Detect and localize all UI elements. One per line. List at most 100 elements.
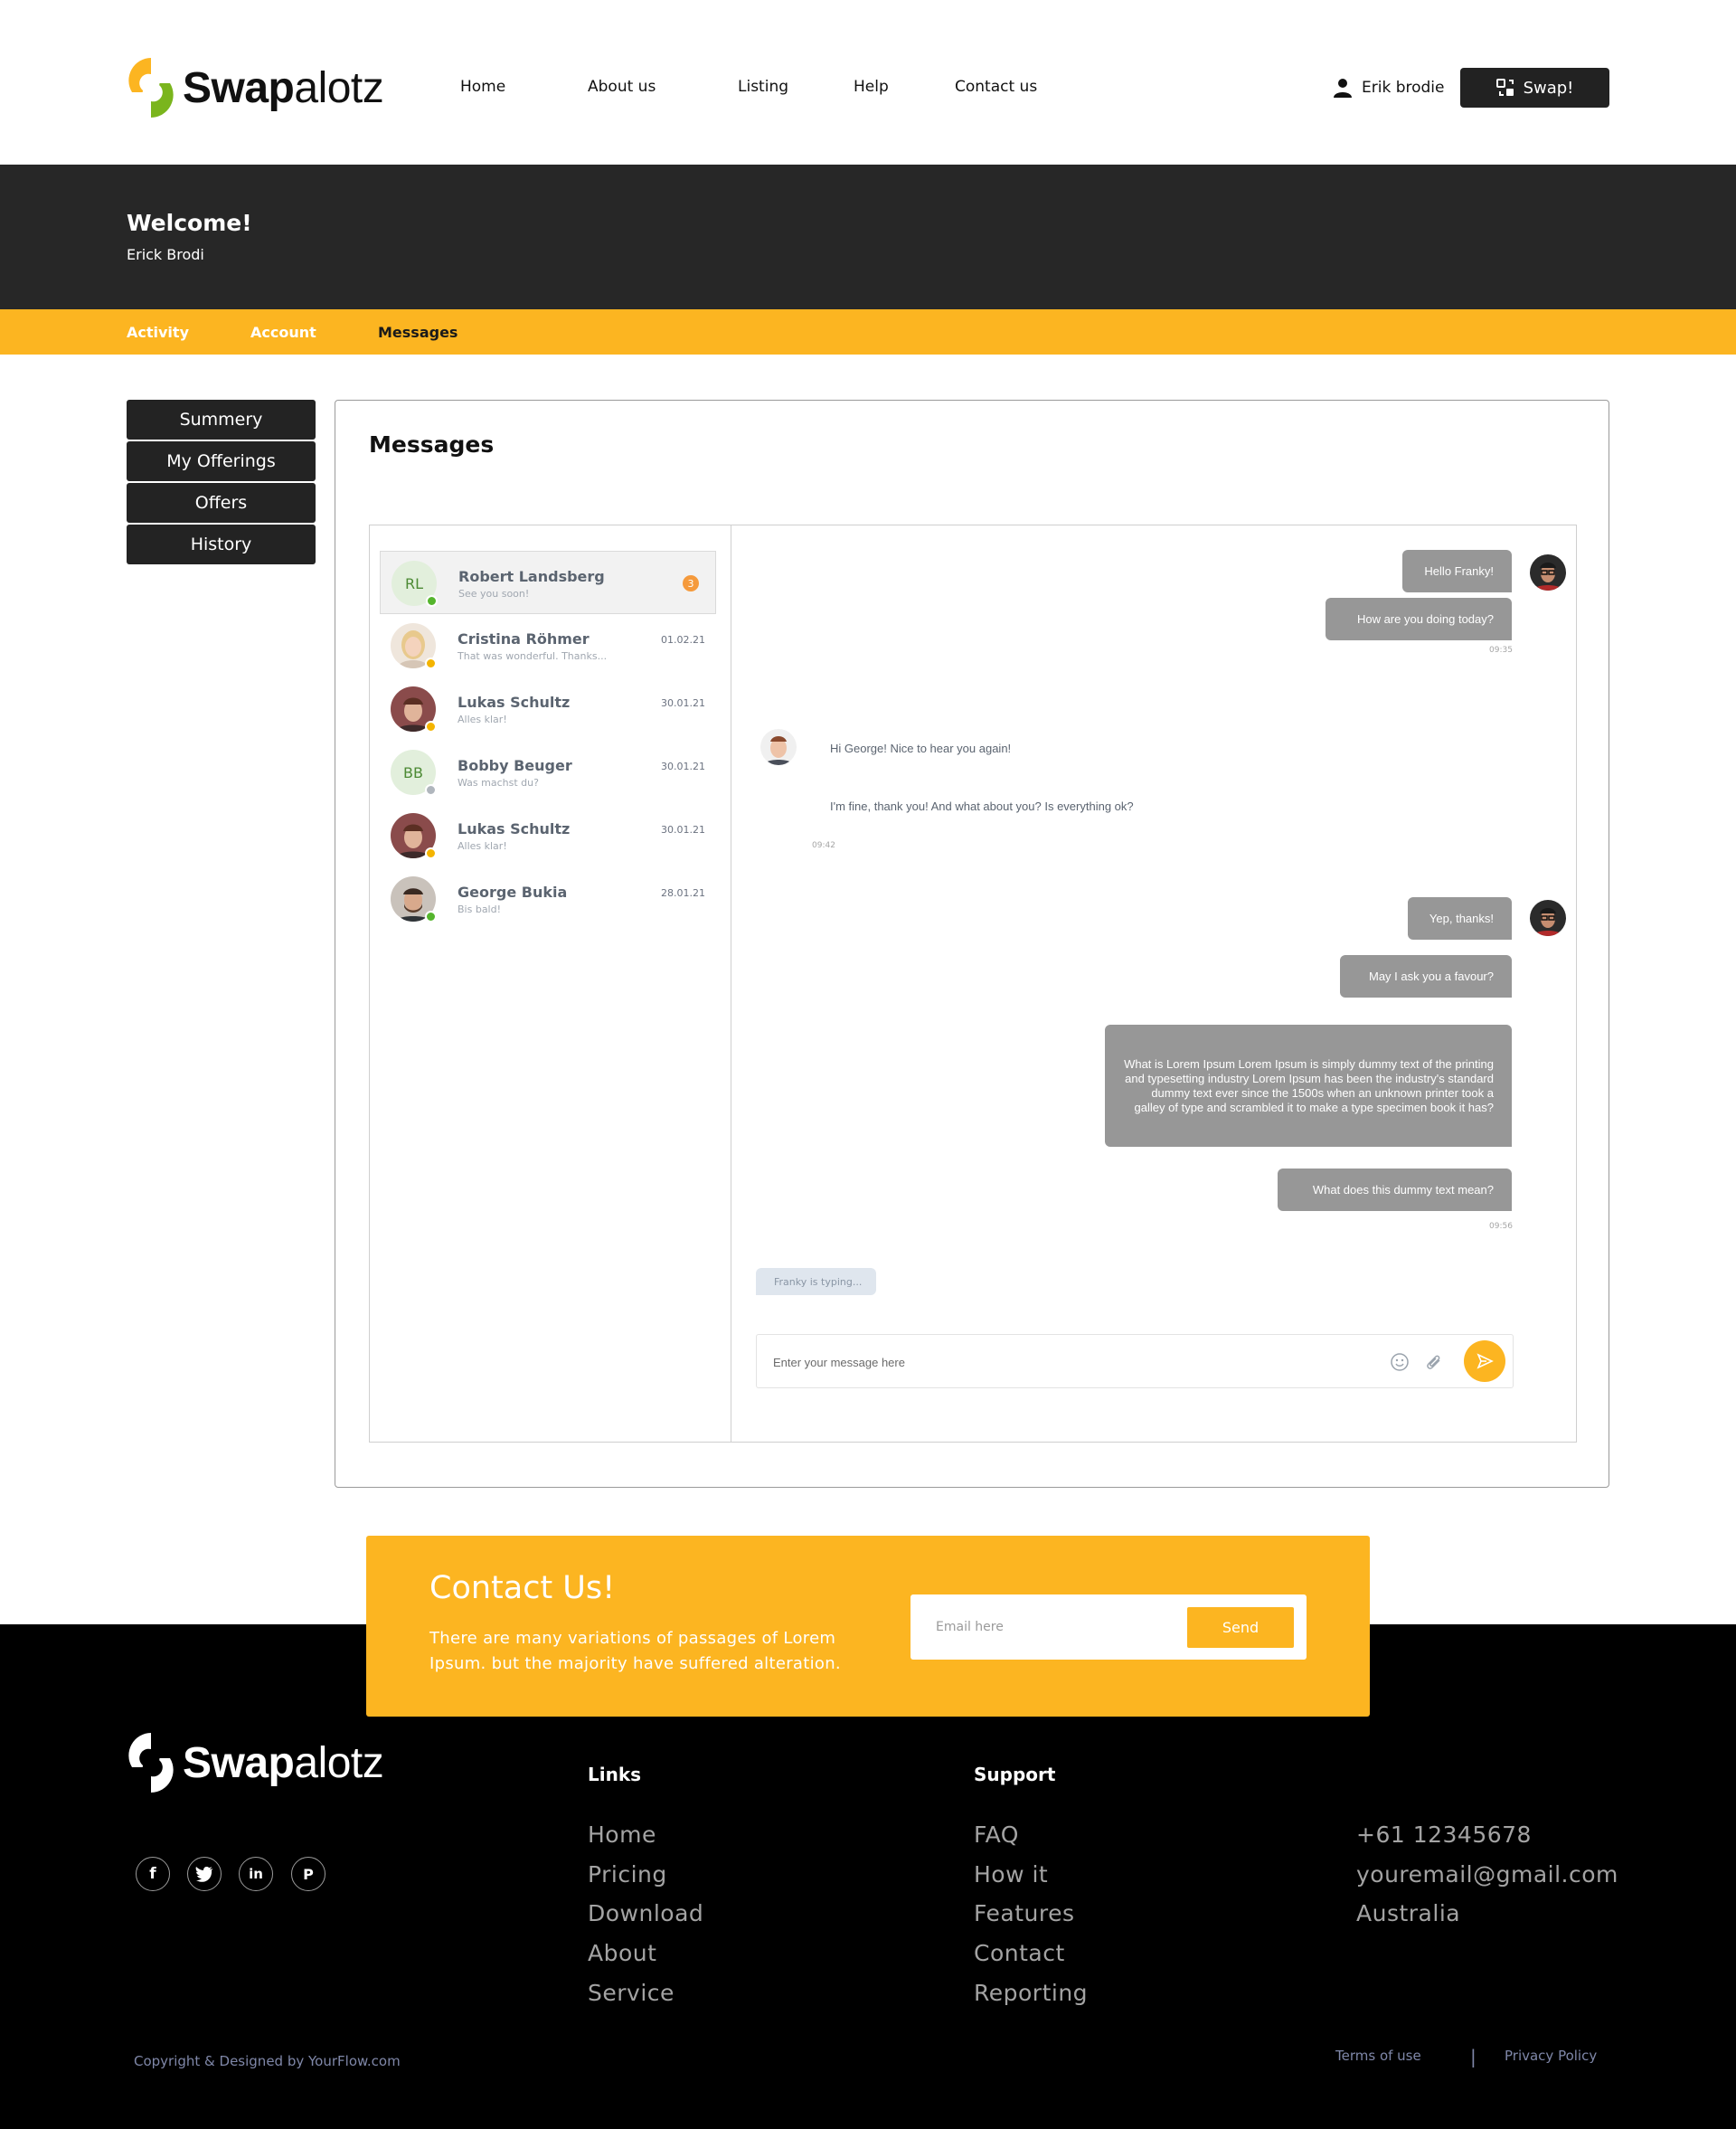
footer-link-contact[interactable]: Contact bbox=[974, 1940, 1065, 1966]
linkedin-icon[interactable]: in bbox=[239, 1857, 273, 1891]
side-menu-my-offerings[interactable]: My Offerings bbox=[127, 441, 316, 481]
logo-text: Swapalotz bbox=[183, 63, 384, 112]
nav-home[interactable]: Home bbox=[460, 78, 505, 96]
logo-text: Swapalotz bbox=[183, 1738, 384, 1787]
user-icon bbox=[1334, 79, 1352, 98]
tab-activity[interactable]: Activity bbox=[127, 324, 189, 341]
conversation-name: Lukas Schultz bbox=[458, 694, 571, 711]
status-online-dot bbox=[426, 595, 438, 607]
outgoing-message: What is Lorem Ipsum Lorem Ipsum is simpl… bbox=[1105, 1025, 1512, 1147]
conversation-preview: Alles klar! bbox=[458, 714, 507, 725]
account-tabbar: Activity Account Messages bbox=[0, 309, 1736, 355]
conversation-name: Robert Landsberg bbox=[458, 568, 605, 585]
side-menu-summery[interactable]: Summery bbox=[127, 400, 316, 440]
avatar bbox=[760, 729, 797, 765]
outgoing-message: How are you doing today? bbox=[1326, 598, 1512, 640]
side-menu-offers[interactable]: Offers bbox=[127, 483, 316, 523]
footer-link-download[interactable]: Download bbox=[588, 1900, 703, 1926]
unread-badge: 3 bbox=[683, 575, 699, 591]
outgoing-message: Yep, thanks! bbox=[1408, 897, 1512, 940]
legal-divider: | bbox=[1470, 2046, 1477, 2067]
footer-email[interactable]: youremail@gmail.com bbox=[1356, 1861, 1618, 1888]
status-online-dot bbox=[425, 911, 437, 923]
send-button[interactable]: Send bbox=[1187, 1607, 1294, 1648]
logo-mark-icon bbox=[127, 56, 175, 119]
welcome-title: Welcome! bbox=[127, 210, 252, 236]
footer-logo[interactable]: Swapalotz bbox=[127, 1731, 384, 1794]
swap-button[interactable]: Swap! bbox=[1460, 68, 1609, 108]
footer-link-how-it[interactable]: How it bbox=[974, 1861, 1048, 1888]
incoming-message: Hi George! Nice to hear you again! bbox=[830, 742, 1012, 755]
status-away-dot bbox=[425, 721, 437, 733]
conversation-preview: See you soon! bbox=[458, 588, 530, 600]
twitter-icon[interactable] bbox=[187, 1857, 222, 1891]
attachment-icon[interactable] bbox=[1423, 1351, 1445, 1373]
conversation-item[interactable]: Lukas Schultz Alles klar! 30.01.21 bbox=[380, 677, 716, 741]
typing-indicator: Franky is typing... bbox=[756, 1268, 876, 1295]
conversation-item[interactable]: George Bukia Bis bald! 28.01.21 bbox=[380, 867, 716, 931]
tab-account[interactable]: Account bbox=[250, 324, 316, 341]
nav-contact[interactable]: Contact us bbox=[955, 78, 1037, 96]
side-menu-history[interactable]: History bbox=[127, 525, 316, 564]
message-composer bbox=[756, 1334, 1514, 1388]
conversation-date: 28.01.21 bbox=[661, 887, 705, 899]
conversation-date: 01.02.21 bbox=[661, 634, 705, 646]
swap-label: Swap! bbox=[1523, 78, 1574, 98]
conversation-item[interactable]: Cristina Röhmer That was wonderful. Than… bbox=[380, 614, 716, 677]
footer-phone: +61 12345678 bbox=[1356, 1821, 1532, 1848]
brand-logo[interactable]: Swapalotz bbox=[127, 56, 384, 119]
tab-messages[interactable]: Messages bbox=[378, 324, 458, 341]
conversation-date: 30.01.21 bbox=[661, 824, 705, 836]
conversation-date: 30.01.21 bbox=[661, 697, 705, 709]
terms-link[interactable]: Terms of use bbox=[1335, 2048, 1421, 2064]
pinterest-icon[interactable]: P bbox=[291, 1857, 326, 1891]
newsletter-form: Send bbox=[910, 1594, 1307, 1660]
contact-title: Contact Us! bbox=[429, 1570, 616, 1606]
facebook-icon[interactable]: f bbox=[136, 1857, 170, 1891]
send-icon bbox=[1477, 1353, 1494, 1369]
conversation-preview: Alles klar! bbox=[458, 840, 507, 852]
conversation-date: 30.01.21 bbox=[661, 761, 705, 772]
footer-support-heading: Support bbox=[974, 1764, 1056, 1785]
nav-help[interactable]: Help bbox=[854, 78, 889, 96]
privacy-link[interactable]: Privacy Policy bbox=[1505, 2048, 1597, 2064]
logo-mark-icon bbox=[127, 1731, 175, 1794]
footer-link-faq[interactable]: FAQ bbox=[974, 1821, 1019, 1848]
conversation-preview: That was wonderful. Thanks... bbox=[458, 650, 608, 662]
conversation-name: Cristina Röhmer bbox=[458, 630, 590, 648]
conversation-item[interactable]: RL Robert Landsberg See you soon! 3 bbox=[380, 551, 716, 614]
outgoing-message: May I ask you a favour? bbox=[1340, 955, 1512, 998]
conversation-item[interactable]: Lukas Schultz Alles klar! 30.01.21 bbox=[380, 804, 716, 867]
footer-link-reporting[interactable]: Reporting bbox=[974, 1980, 1088, 2006]
nav-about[interactable]: About us bbox=[588, 78, 656, 96]
message-input[interactable] bbox=[773, 1351, 1361, 1373]
footer-link-about[interactable]: About bbox=[588, 1940, 656, 1966]
footer-link-features[interactable]: Features bbox=[974, 1900, 1075, 1926]
contact-text: There are many variations of passages of… bbox=[429, 1629, 841, 1673]
message-time: 09:56 bbox=[1489, 1222, 1513, 1231]
welcome-user-name: Erick Brodi bbox=[127, 246, 204, 263]
copyright-text: Copyright & Designed by YourFlow.com bbox=[134, 2053, 401, 2069]
emoji-icon[interactable] bbox=[1390, 1352, 1410, 1372]
status-away-dot bbox=[425, 847, 437, 859]
conversation-item[interactable]: BB Bobby Beuger Was machst du? 30.01.21 bbox=[380, 741, 716, 804]
footer-links-heading: Links bbox=[588, 1764, 642, 1785]
footer-link-home[interactable]: Home bbox=[588, 1821, 656, 1848]
message-time: 09:35 bbox=[1489, 646, 1513, 655]
send-message-button[interactable] bbox=[1464, 1340, 1505, 1382]
conversation-name: George Bukia bbox=[458, 884, 568, 901]
swap-icon bbox=[1495, 79, 1514, 96]
status-offline-dot bbox=[425, 784, 437, 796]
conversation-name: Bobby Beuger bbox=[458, 757, 572, 774]
welcome-banner: Welcome! Erick Brodi bbox=[0, 165, 1736, 309]
conversation-name: Lukas Schultz bbox=[458, 820, 571, 837]
user-menu[interactable]: Erik brodie bbox=[1333, 78, 1444, 98]
footer-location: Australia bbox=[1356, 1900, 1461, 1926]
outgoing-message: Hello Franky! bbox=[1402, 550, 1512, 592]
footer-link-service[interactable]: Service bbox=[588, 1980, 675, 2006]
avatar bbox=[1530, 900, 1566, 936]
email-field[interactable] bbox=[936, 1614, 1162, 1640]
nav-listing[interactable]: Listing bbox=[738, 78, 788, 96]
footer-link-pricing[interactable]: Pricing bbox=[588, 1861, 667, 1888]
conversation-preview: Bis bald! bbox=[458, 904, 502, 915]
